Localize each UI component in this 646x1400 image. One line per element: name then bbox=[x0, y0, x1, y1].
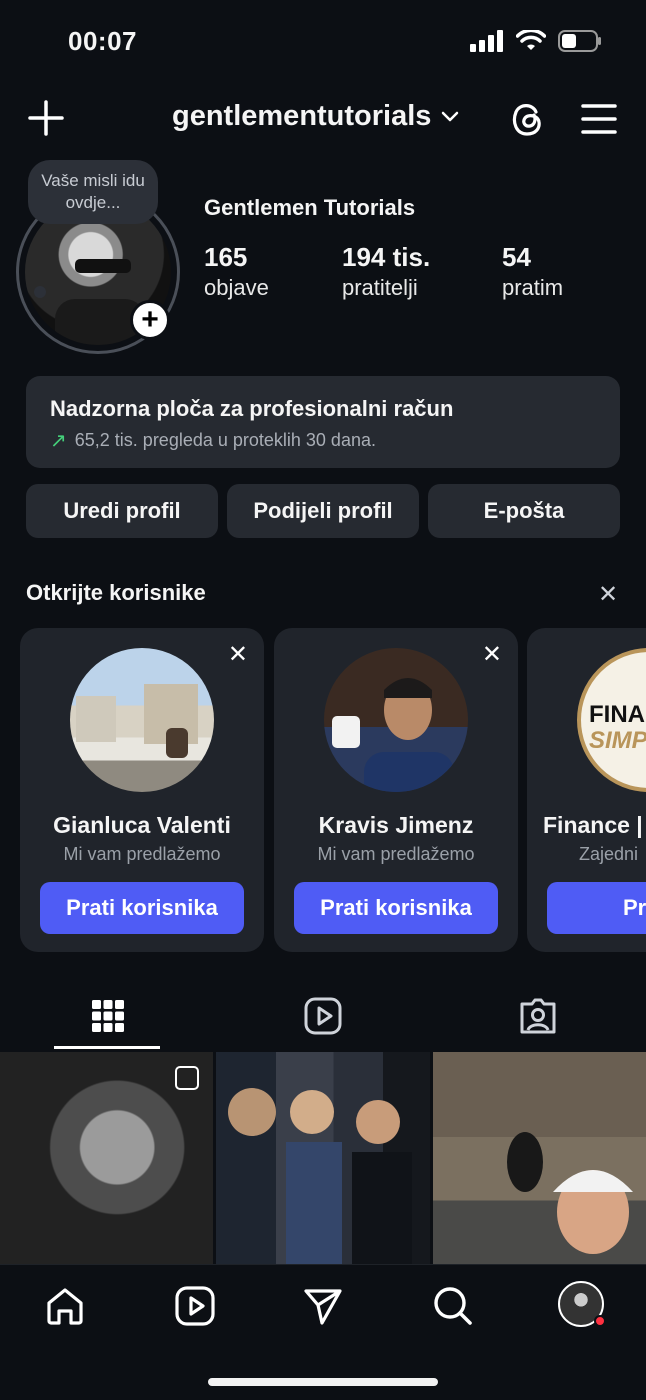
stat-following[interactable]: 54 pratim bbox=[502, 242, 563, 301]
post-thumbnail[interactable] bbox=[216, 1052, 430, 1264]
multi-photo-icon bbox=[175, 1066, 200, 1090]
suggestion-avatar[interactable] bbox=[324, 648, 468, 792]
create-plus-icon[interactable] bbox=[28, 100, 64, 136]
logo-line-2: SIMP bbox=[589, 727, 646, 754]
stat-label: pratitelji bbox=[342, 275, 418, 300]
logo-line-1: FINAN bbox=[589, 701, 646, 728]
reels-tab-icon[interactable] bbox=[303, 996, 343, 1036]
finance-logo-text: FINAN SIMP bbox=[589, 702, 646, 754]
status-time: 00:07 bbox=[68, 26, 137, 56]
follow-button[interactable]: Pr bbox=[547, 882, 646, 934]
stat-followers[interactable]: 194 tis. pratitelji bbox=[342, 242, 430, 301]
stat-value: 54 bbox=[502, 242, 531, 272]
suggestion-card[interactable]: FINAN SIMP Finance | Zajedni Pr bbox=[527, 628, 646, 952]
home-indicator[interactable] bbox=[208, 1378, 438, 1386]
wifi-icon bbox=[516, 30, 546, 50]
status-icons bbox=[470, 30, 602, 52]
follow-button[interactable]: Prati korisnika bbox=[40, 882, 244, 934]
stat-posts[interactable]: 165 objave bbox=[204, 242, 269, 301]
suggestion-avatar[interactable] bbox=[70, 648, 214, 792]
dashboard-title: Nadzorna ploča za profesionalni račun bbox=[50, 396, 454, 421]
active-tab-indicator bbox=[54, 1046, 160, 1049]
post-thumbnail[interactable] bbox=[432, 1052, 646, 1264]
battery-icon bbox=[558, 30, 601, 52]
follow-button[interactable]: Prati korisnika bbox=[294, 882, 498, 934]
account-switcher[interactable]: gentlementutorials bbox=[172, 100, 459, 133]
suggestion-name[interactable]: Finance | bbox=[543, 812, 646, 839]
chevron-down-icon bbox=[442, 111, 459, 121]
edit-profile-button[interactable]: Uredi profil bbox=[26, 484, 218, 538]
dashboard-subtitle: 65,2 tis. pregleda u proteklih 30 dana. bbox=[74, 430, 376, 450]
discover-title: Otkrijte korisnike bbox=[26, 580, 206, 605]
home-icon[interactable] bbox=[44, 1285, 86, 1327]
add-story-plus-icon[interactable]: + bbox=[130, 300, 170, 340]
grid-posts-tab-icon[interactable] bbox=[88, 996, 128, 1036]
trend-up-icon: ↗ bbox=[50, 430, 67, 452]
stat-label: pratim bbox=[502, 275, 564, 300]
stat-label: objave bbox=[204, 275, 269, 300]
tagged-tab-icon[interactable] bbox=[518, 996, 558, 1036]
note-bubble-tail bbox=[34, 286, 46, 298]
suggestion-reason: Mi vam predlažemo bbox=[317, 844, 475, 864]
suggestion-avatar[interactable]: FINAN SIMP bbox=[577, 648, 646, 792]
email-button[interactable]: E-pošta bbox=[428, 484, 620, 538]
content-tabs bbox=[0, 990, 646, 1050]
reels-icon[interactable] bbox=[174, 1285, 216, 1327]
post-grid bbox=[0, 1052, 646, 1264]
suggestion-reason: Zajedni bbox=[579, 844, 639, 864]
professional-dashboard[interactable]: Nadzorna ploča za profesionalni račun ↗ … bbox=[26, 376, 620, 468]
notification-dot bbox=[594, 1315, 606, 1327]
suggestion-card[interactable]: ✕ Gianluca Valenti Mi vam predlažemo Pra… bbox=[20, 628, 264, 952]
suggestion-name[interactable]: Kravis Jimenz bbox=[274, 812, 518, 839]
hamburger-menu-icon[interactable] bbox=[580, 102, 618, 136]
stat-value: 165 bbox=[204, 242, 248, 272]
suggestion-reason: Mi vam predlažemo bbox=[63, 844, 221, 864]
suggestion-card[interactable]: ✕ Kravis Jimenz Mi vam predlažemo Prati … bbox=[274, 628, 518, 952]
username: gentlementutorials bbox=[172, 100, 432, 132]
suggestion-name[interactable]: Gianluca Valenti bbox=[20, 812, 264, 839]
dismiss-icon[interactable]: ✕ bbox=[482, 640, 502, 669]
threads-icon[interactable] bbox=[506, 98, 548, 140]
dismiss-icon[interactable]: ✕ bbox=[228, 640, 248, 669]
direct-message-icon[interactable] bbox=[302, 1285, 344, 1327]
cellular-signal-icon bbox=[470, 30, 503, 52]
display-name: Gentlemen Tutorials bbox=[204, 195, 416, 220]
discover-close-icon[interactable]: ✕ bbox=[598, 580, 618, 609]
stat-value: 194 tis. bbox=[342, 242, 431, 272]
post-thumbnail[interactable] bbox=[0, 1052, 214, 1264]
share-profile-button[interactable]: Podijeli profil bbox=[227, 484, 419, 538]
note-bubble[interactable]: Vaše misli idu ovdje... bbox=[28, 160, 158, 224]
search-icon[interactable] bbox=[432, 1285, 474, 1327]
